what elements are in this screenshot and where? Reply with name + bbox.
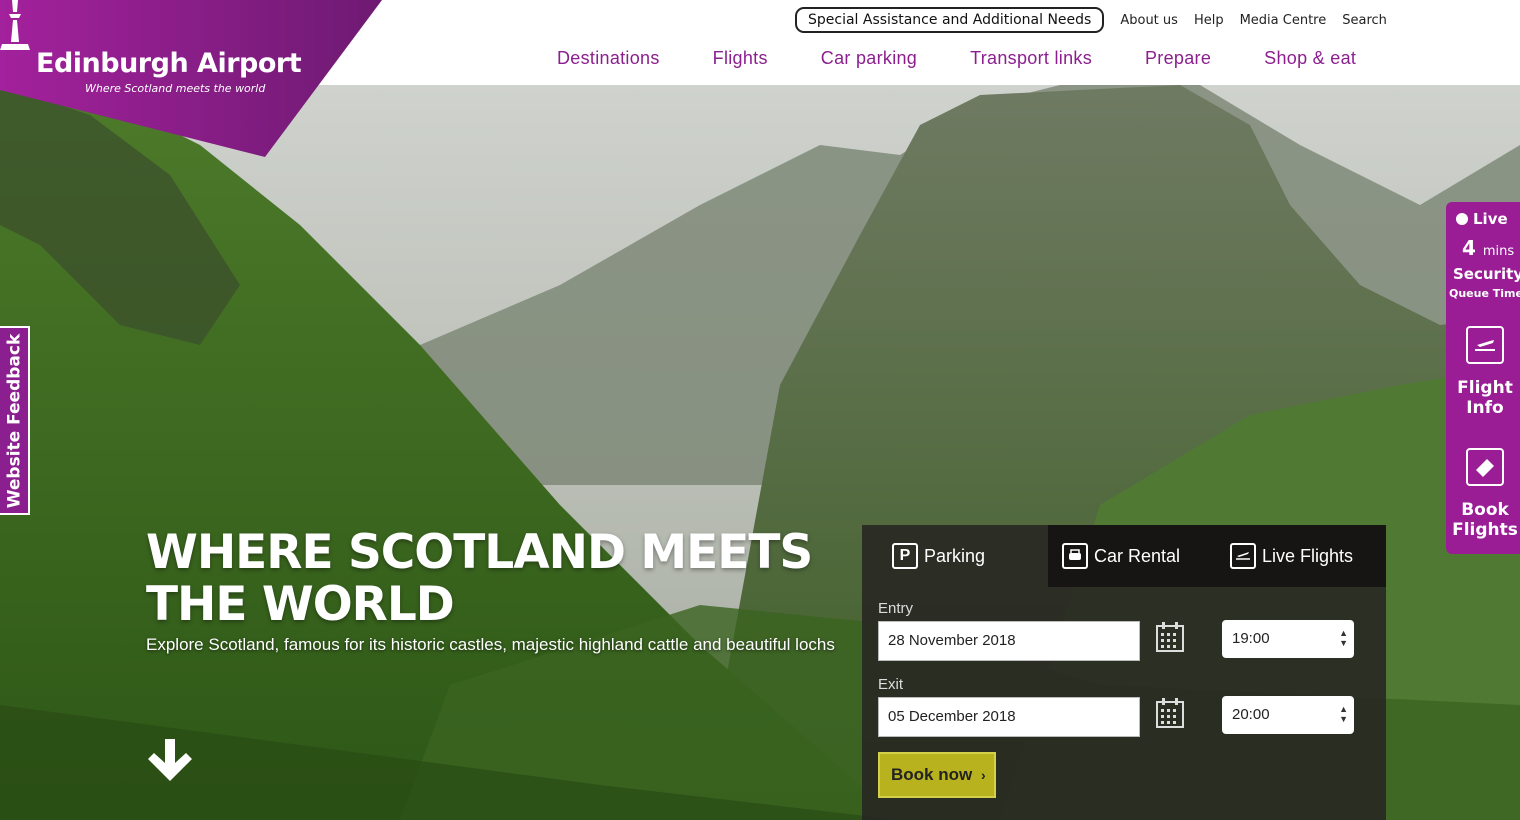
select-arrows-icon: ▲ ▼ [1339, 704, 1348, 724]
flight-info-label-2: Info [1466, 398, 1504, 418]
about-us-link[interactable]: About us [1120, 13, 1178, 28]
live-indicator: Live [1456, 210, 1508, 228]
exit-date-input[interactable]: 05 December 2018 [878, 697, 1140, 737]
flight-info-icon[interactable] [1466, 326, 1504, 364]
tab-parking-label: Parking [924, 545, 986, 566]
queue-minutes-unit: mins [1482, 244, 1515, 259]
entry-label: Entry [878, 600, 914, 617]
tab-live-flights-label: Live Flights [1262, 545, 1354, 566]
car-rental-icon [1062, 543, 1088, 569]
main-nav: Destinations Flights Car parking Transpo… [557, 48, 1409, 69]
special-assistance-link[interactable]: Special Assistance and Additional Needs [795, 7, 1105, 33]
queue-minutes: 4 mins [1462, 236, 1514, 260]
flight-info-button[interactable]: Flight Info [1446, 378, 1520, 418]
live-dot-icon [1456, 213, 1468, 225]
queue-time-label: Queue Time [1449, 287, 1520, 300]
book-flights-button[interactable]: Book Flights [1446, 500, 1520, 540]
book-flights-label-1: Book [1461, 500, 1509, 520]
select-arrows-icon: ▲ ▼ [1339, 628, 1348, 648]
exit-time-value: 20:00 [1232, 706, 1270, 723]
utility-nav: Special Assistance and Additional Needs … [795, 7, 1387, 33]
queue-minutes-value: 4 [1462, 236, 1476, 260]
hero-subline: Explore Scotland, famous for its histori… [146, 635, 835, 654]
logo-tagline: Where Scotland meets the world [85, 82, 266, 95]
exit-time-select[interactable]: 20:00 ▲ ▼ [1222, 696, 1354, 734]
ticket-icon[interactable] [1466, 448, 1504, 486]
tab-parking[interactable]: P Parking [862, 525, 1048, 587]
entry-date-input[interactable]: 28 November 2018 [878, 621, 1140, 661]
security-label: Security [1453, 265, 1520, 283]
book-flights-label-2: Flights [1452, 520, 1518, 540]
chevron-right-icon: › [980, 767, 986, 783]
booking-tabs: P Parking Car Rental Live Flights [862, 525, 1386, 587]
side-widget: Live 4 mins Security Queue Time Flight I… [1446, 202, 1520, 554]
hero-headline-line-2: THE WORLD [146, 577, 455, 632]
book-now-button[interactable]: Book now › [878, 752, 996, 798]
down-arrow-icon[interactable] [146, 737, 194, 789]
tab-car-rental[interactable]: Car Rental [1048, 525, 1208, 587]
hero-headline-line-1: WHERE SCOTLAND MEETS [146, 525, 813, 580]
search-link[interactable]: Search [1342, 13, 1387, 28]
book-now-label: Book now [891, 765, 973, 784]
nav-car-parking[interactable]: Car parking [821, 48, 917, 69]
hero-headline: WHERE SCOTLAND MEETS THE WORLD [146, 527, 826, 631]
website-feedback-tab[interactable]: Website Feedback [0, 326, 30, 515]
help-link[interactable]: Help [1194, 13, 1224, 28]
logo-banner [0, 0, 382, 157]
entry-time-select[interactable]: 19:00 ▲ ▼ [1222, 620, 1354, 658]
entry-time-value: 19:00 [1232, 630, 1270, 647]
parking-icon: P [892, 543, 918, 569]
nav-destinations[interactable]: Destinations [557, 48, 660, 69]
live-flights-icon [1230, 543, 1256, 569]
tab-live-flights[interactable]: Live Flights [1208, 525, 1386, 587]
nav-prepare[interactable]: Prepare [1145, 48, 1211, 69]
exit-label: Exit [878, 676, 904, 693]
tower-icon [0, 0, 30, 50]
nav-flights[interactable]: Flights [713, 48, 768, 69]
calendar-icon[interactable] [1156, 698, 1184, 728]
nav-shop-eat[interactable]: Shop & eat [1264, 48, 1356, 69]
logo-title: Edinburgh Airport [36, 48, 302, 79]
calendar-icon[interactable] [1156, 622, 1184, 652]
tab-car-rental-label: Car Rental [1094, 545, 1181, 566]
nav-transport-links[interactable]: Transport links [970, 48, 1092, 69]
live-label: Live [1473, 210, 1508, 228]
flight-info-label-1: Flight [1457, 378, 1513, 398]
logo[interactable]: Edinburgh Airport Where Scotland meets t… [0, 0, 385, 158]
media-centre-link[interactable]: Media Centre [1240, 13, 1327, 28]
booking-panel: P Parking Car Rental Live Flights Entry … [862, 525, 1386, 820]
feedback-label: Website Feedback [4, 333, 25, 508]
